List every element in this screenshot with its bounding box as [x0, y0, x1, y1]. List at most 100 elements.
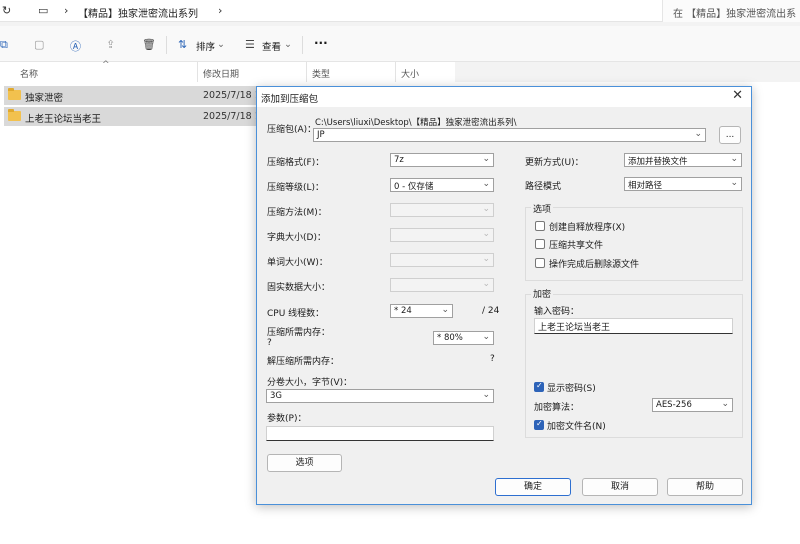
folder-icon [8, 88, 21, 100]
close-icon[interactable]: ✕ [732, 88, 743, 103]
level-select[interactable]: 0 - 仅存储 ⌄ [390, 178, 494, 192]
update-select[interactable]: 添加并替换文件 ⌄ [624, 153, 742, 167]
dict-label: 字典大小(D)： [267, 233, 326, 243]
explorer-toolbar: ⧉ ▢ Ⓐ ⇪ 🗑 ⇅ 排序 ⌄ ☰ 查看 ⌄ ··· [0, 26, 800, 62]
list-item[interactable]: 独家泄密 2025/7/18 1 [4, 86, 261, 105]
sort-asc-icon: ^ [102, 60, 110, 70]
options-button[interactable]: 选项 [267, 454, 342, 472]
method-label: 压缩方法(M)： [267, 208, 327, 218]
dialog-titlebar[interactable]: 添加到压缩包 ✕ [257, 87, 751, 107]
sfx-checkbox[interactable] [535, 221, 545, 231]
params-input[interactable] [266, 426, 494, 441]
split-select[interactable]: 3G ⌄ [266, 389, 494, 403]
update-label: 更新方式(U)： [525, 158, 584, 168]
enc-method-label: 加密算法： [534, 403, 580, 413]
params-label: 参数(P)： [267, 414, 307, 424]
format-value: 7z [394, 155, 404, 165]
copy-icon[interactable]: ⧉ [0, 38, 8, 52]
chevron-right-icon[interactable]: › [64, 4, 68, 17]
share-icon[interactable]: ⇪ [106, 38, 115, 51]
chevron-down-icon: ⌄ [730, 154, 738, 164]
cpu-select[interactable]: * 24 ⌄ [390, 304, 453, 318]
decomp-memory-value: ? [490, 354, 495, 364]
chevron-down-icon: ⌄ [482, 204, 490, 214]
chevron-right-icon[interactable]: › [218, 4, 222, 17]
path-mode-select[interactable]: 相对路径 ⌄ [624, 177, 742, 191]
help-button[interactable]: 帮助 [667, 478, 743, 496]
sort-icon[interactable]: ⇅ [178, 38, 187, 51]
cpu-value: * 24 [394, 306, 412, 316]
archive-name-value: JP [317, 130, 325, 140]
format-select[interactable]: 7z ⌄ [390, 153, 494, 167]
word-select: ⌄ [390, 253, 494, 267]
dialog-title: 添加到压缩包 [261, 94, 319, 105]
ok-button[interactable]: 确定 [495, 478, 571, 496]
cpu-label: CPU 线程数： [267, 309, 325, 319]
decomp-memory-label: 解压缩所需内存： [267, 357, 340, 367]
archive-label: 压缩包(A)： [267, 125, 317, 135]
column-size[interactable]: 大小 [401, 67, 419, 80]
password-label: 输入密码： [534, 307, 580, 317]
delete-icon[interactable]: 🗑 [142, 38, 156, 51]
memory-percent-select[interactable]: * 80% ⌄ [433, 331, 494, 345]
chevron-down-icon: ⌄ [482, 154, 490, 164]
column-header: 名称 ^ 修改日期 类型 大小 [0, 60, 455, 82]
chevron-down-icon: ⌄ [721, 399, 729, 409]
file-date: 2025/7/18 1 [203, 111, 261, 122]
archive-name-input[interactable]: JP ⌄ [313, 128, 706, 142]
path-mode-label: 路径模式 [525, 182, 562, 192]
update-value: 添加并替换文件 [628, 157, 688, 167]
computer-icon[interactable]: ▭ [38, 4, 48, 17]
list-item[interactable]: 上老王论坛当老王 2025/7/18 1 [4, 107, 261, 126]
path-mode-value: 相对路径 [628, 181, 663, 191]
cancel-button[interactable]: 取消 [582, 478, 658, 496]
chevron-down-icon: ⌄ [482, 254, 490, 264]
chevron-down-icon: ⌄ [482, 332, 490, 342]
method-select: ⌄ [390, 203, 494, 217]
column-name[interactable]: 名称 [20, 67, 38, 80]
column-date[interactable]: 修改日期 [203, 67, 239, 80]
breadcrumb[interactable]: 【精品】独家泄密流出系列 [78, 5, 198, 20]
cpu-total: / 24 [482, 306, 500, 316]
password-input[interactable]: 上老王论坛当老王 [534, 318, 733, 334]
sfx-label[interactable]: 创建自释放程序(X) [549, 220, 625, 233]
view-icon[interactable]: ☰ [245, 38, 255, 51]
chevron-down-icon: ⌄ [217, 39, 225, 50]
solid-select: ⌄ [390, 278, 494, 292]
shared-label[interactable]: 压缩共享文件 [549, 238, 603, 251]
enc-method-select[interactable]: AES-256 ⌄ [652, 398, 733, 412]
encrypt-filenames-checkbox[interactable] [534, 419, 544, 430]
refresh-icon[interactable]: ↻ [2, 4, 11, 17]
show-password-label[interactable]: 显示密码(S) [547, 381, 596, 394]
chevron-down-icon[interactable]: ⌄ [694, 129, 702, 139]
rename-icon[interactable]: Ⓐ [70, 38, 81, 54]
password-value: 上老王论坛当老王 [538, 323, 611, 333]
column-divider[interactable] [395, 62, 396, 82]
shared-checkbox[interactable] [535, 239, 545, 249]
sort-button[interactable]: 排序 [196, 39, 215, 53]
column-type[interactable]: 类型 [312, 67, 330, 80]
archive-path: C:\Users\liuxi\Desktop\【精品】独家泄密流出系列\ [315, 118, 517, 128]
view-button[interactable]: 查看 [262, 39, 281, 53]
delete-source-label[interactable]: 操作完成后删除源文件 [549, 257, 639, 270]
show-password-checkbox[interactable] [534, 381, 544, 392]
add-to-archive-dialog: 添加到压缩包 ✕ 压缩包(A)： C:\Users\liuxi\Desktop\… [256, 86, 752, 505]
column-divider[interactable] [197, 62, 198, 82]
memory-percent-value: * 80% [437, 333, 463, 343]
split-value: 3G [270, 391, 282, 401]
address-bar: ↻ ▭ › 【精品】独家泄密流出系列 › 在 【精品】独家泄密流出系 [0, 0, 800, 22]
encrypt-filenames-label[interactable]: 加密文件名(N) [547, 419, 606, 432]
chevron-down-icon: ⌄ [482, 179, 490, 189]
paste-icon[interactable]: ▢ [34, 38, 44, 51]
delete-source-checkbox[interactable] [535, 258, 545, 268]
search-input[interactable]: 在 【精品】独家泄密流出系 [662, 0, 800, 22]
level-value: 0 - 仅存储 [394, 182, 434, 192]
chevron-down-icon: ⌄ [730, 178, 738, 188]
more-button[interactable]: ··· [314, 36, 328, 50]
folder-icon [8, 109, 21, 121]
word-label: 单词大小(W)： [267, 258, 328, 268]
enc-method-value: AES-256 [656, 400, 692, 410]
browse-button[interactable]: ... [719, 126, 741, 144]
column-divider[interactable] [306, 62, 307, 82]
toolbar-divider [166, 36, 167, 54]
